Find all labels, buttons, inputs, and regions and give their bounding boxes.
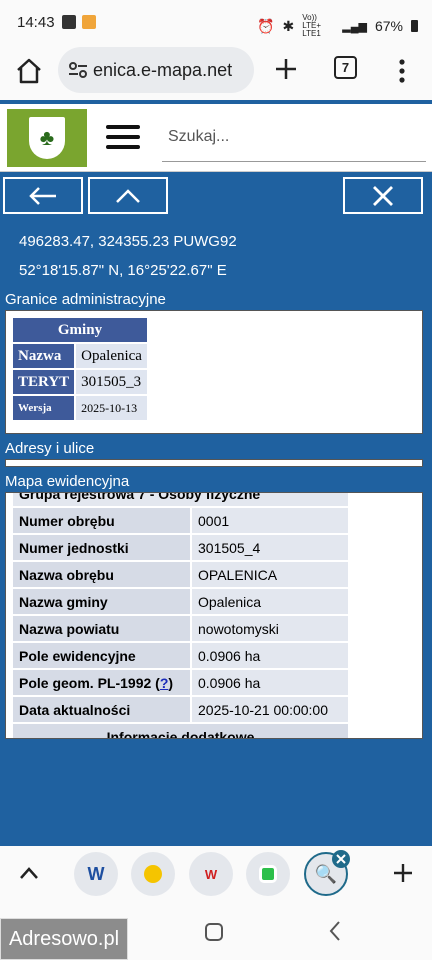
- table-row: Pole ewidencyjne 0.0906 ha: [13, 643, 348, 668]
- gminy-key: TERYT: [13, 370, 75, 394]
- gminy-header: Gminy: [13, 318, 147, 342]
- battery-icon: [411, 20, 418, 32]
- back-nav-icon[interactable]: [328, 920, 342, 942]
- cadastral-key: Numer obrębu: [13, 508, 190, 533]
- home-nav-icon[interactable]: [204, 922, 224, 942]
- battery-level: 67%: [374, 18, 403, 34]
- table-row: Data aktualności 2025-10-21 00:00:00: [13, 697, 348, 722]
- watermark-logo: Adresowo.pl: [0, 918, 128, 960]
- close-badge-icon[interactable]: [332, 850, 350, 868]
- table-row: Grupa rejestrowa 7 - Osoby fizyczne: [13, 493, 348, 506]
- app-shortcut-2[interactable]: [131, 852, 175, 896]
- alarm-icon: ⏰: [257, 17, 275, 34]
- cadastral-key: Pole geom. PL-1992: [19, 674, 152, 691]
- close-button[interactable]: [343, 177, 423, 214]
- gminy-value: 2025-10-13: [76, 396, 147, 420]
- section-cadastral-title[interactable]: Mapa ewidencyjna: [5, 473, 129, 490]
- bottom-toolbar: W W 🔍: [0, 846, 432, 902]
- cadastral-key: Nazwa gminy: [13, 589, 190, 614]
- table-row: Nazwa obrębu OPALENICA: [13, 562, 348, 587]
- close-icon: [373, 185, 393, 206]
- coords-puwg: 496283.47, 324355.23 PUWG92: [19, 233, 237, 250]
- more-menu-icon[interactable]: [392, 56, 412, 86]
- hamburger-menu-icon[interactable]: [106, 125, 140, 153]
- municipality-logo[interactable]: ♣: [7, 109, 87, 167]
- gminy-value: Opalenica: [76, 344, 147, 368]
- cadastral-key: Nazwa powiatu: [13, 616, 190, 641]
- app-shortcut-3[interactable]: W: [189, 852, 233, 896]
- signal-icon: ▂▄▆: [342, 20, 367, 33]
- cadastral-panel: Grupa rejestrowa 7 - Osoby fizyczne Nume…: [5, 492, 423, 739]
- cadastral-value: OPALENICA: [192, 562, 348, 587]
- section-admin-title[interactable]: Granice administracyjne: [5, 291, 166, 308]
- cadastral-value: 0.0906 ha: [192, 643, 348, 668]
- url-text: enica.e-mapa.net: [93, 59, 233, 80]
- cadastral-key: Data aktualności: [13, 697, 190, 722]
- cadastral-value: 0.0906 ha: [192, 670, 348, 695]
- gminy-value: 301505_3: [76, 370, 147, 394]
- plus-icon[interactable]: [392, 862, 414, 884]
- coat-of-arms-icon: ♣: [29, 117, 65, 159]
- url-bar[interactable]: enica.e-mapa.net: [58, 47, 254, 93]
- table-row: Nazwa powiatu nowotomyski: [13, 616, 348, 641]
- addresses-panel: [5, 459, 423, 467]
- cadastral-key: Numer jednostki: [13, 535, 190, 560]
- tab-switcher-button[interactable]: 7: [334, 56, 357, 79]
- section-addresses-title[interactable]: Adresy i ulice: [5, 440, 94, 457]
- additional-info-header[interactable]: Informacje dodatkowe: [13, 724, 348, 738]
- cadastral-value: 2025-10-21 00:00:00: [192, 697, 348, 722]
- search-input[interactable]: [162, 112, 426, 162]
- yellow-circle-icon: [144, 865, 162, 883]
- status-time: 14:43: [17, 14, 55, 31]
- site-header: ♣: [0, 104, 432, 172]
- gallery-icon: [62, 15, 76, 29]
- app-notification-icon: [82, 15, 96, 29]
- help-link[interactable]: ?: [160, 675, 169, 691]
- cadastral-key: Nazwa obrębu: [13, 562, 190, 587]
- gminy-key: Wersja: [13, 396, 75, 420]
- web-page: ♣ 496283.47, 324355.23 PUWG92 52°18'15.8…: [0, 100, 432, 846]
- chevron-up-icon[interactable]: [18, 864, 40, 882]
- coords-geo: 52°18'15.87" N, 16°25'22.67" E: [19, 262, 227, 279]
- green-square-icon: [259, 865, 277, 883]
- cadastral-value: Opalenica: [192, 589, 348, 614]
- network-label: Vo)) LTE+ LTE1: [302, 13, 321, 38]
- up-button[interactable]: [88, 177, 168, 214]
- cadastral-value: 301505_4: [192, 535, 348, 560]
- cadastral-value: 0001: [192, 508, 348, 533]
- cadastral-table: Grupa rejestrowa 7 - Osoby fizyczne Nume…: [11, 493, 350, 738]
- gminy-table: Gminy Nazwa Opalenica TERYT 301505_3 Wer…: [11, 316, 149, 422]
- app-shortcut-1[interactable]: W: [74, 852, 118, 896]
- status-bar: 14:43 ⏰ ✱ Vo)) LTE+ LTE1 ▂▄▆ 67%: [0, 0, 432, 44]
- back-button[interactable]: [3, 177, 83, 214]
- app-logo-icon: W: [87, 863, 105, 884]
- app-shortcut-4[interactable]: [246, 852, 290, 896]
- table-row: Pole geom. PL-1992 (?) 0.0906 ha: [13, 670, 348, 695]
- cadastral-value: nowotomyski: [192, 616, 348, 641]
- bluetooth-icon: ✱: [282, 17, 295, 34]
- gminy-key: Nazwa: [13, 344, 75, 368]
- table-row: Numer jednostki 301505_4: [13, 535, 348, 560]
- table-row: Numer obrębu 0001: [13, 508, 348, 533]
- new-tab-icon[interactable]: [271, 54, 301, 84]
- admin-panel: Gminy Nazwa Opalenica TERYT 301505_3 Wer…: [5, 310, 423, 434]
- chevron-up-icon: [116, 188, 140, 203]
- app-badge-icon: W: [204, 866, 218, 882]
- arrow-left-icon: [29, 186, 56, 205]
- site-settings-icon[interactable]: [67, 59, 89, 81]
- cadastral-key: Pole ewidencyjne: [13, 643, 190, 668]
- home-icon[interactable]: [14, 56, 44, 86]
- table-row: Nazwa gminy Opalenica: [13, 589, 348, 614]
- browser-toolbar: enica.e-mapa.net 7: [0, 44, 432, 100]
